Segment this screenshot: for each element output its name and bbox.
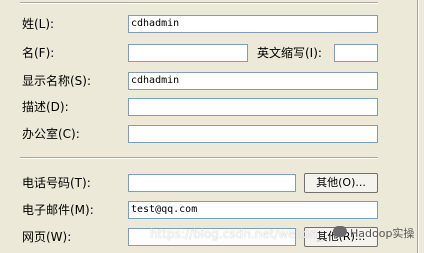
email-label: 电子邮件(M): bbox=[22, 203, 94, 217]
first-name-field[interactable] bbox=[128, 44, 248, 62]
watermark-url: https://blog.csdn.net/weixin_ bbox=[150, 227, 323, 241]
email-field[interactable]: test@qq.com bbox=[128, 201, 378, 219]
description-label: 描述(D): bbox=[22, 100, 69, 114]
telephone-label: 电话号码(T): bbox=[22, 176, 91, 190]
display-name-label: 显示名称(S): bbox=[22, 74, 92, 88]
watermark-brand: Hadoop实操 bbox=[350, 227, 415, 240]
first-name-label: 名(F): bbox=[22, 46, 55, 60]
initials-label: 英文缩写(I): bbox=[257, 46, 322, 60]
last-name-label: 姓(L): bbox=[22, 17, 55, 31]
office-field[interactable] bbox=[128, 125, 378, 143]
window-border-highlight bbox=[418, 0, 419, 253]
web-page-label: 网页(W): bbox=[22, 230, 72, 244]
telephone-other-button[interactable]: 其他(O)... bbox=[304, 173, 378, 193]
display-name-field[interactable]: cdhadmin bbox=[128, 72, 378, 90]
telephone-field[interactable] bbox=[128, 174, 296, 192]
separator-top bbox=[20, 2, 378, 4]
office-label: 办公室(C): bbox=[22, 127, 80, 141]
initials-field[interactable] bbox=[334, 44, 378, 62]
wechat-icon bbox=[333, 226, 347, 237]
last-name-field[interactable]: cdhadmin bbox=[128, 15, 378, 33]
description-field[interactable] bbox=[128, 98, 378, 116]
separator-middle bbox=[20, 157, 378, 159]
